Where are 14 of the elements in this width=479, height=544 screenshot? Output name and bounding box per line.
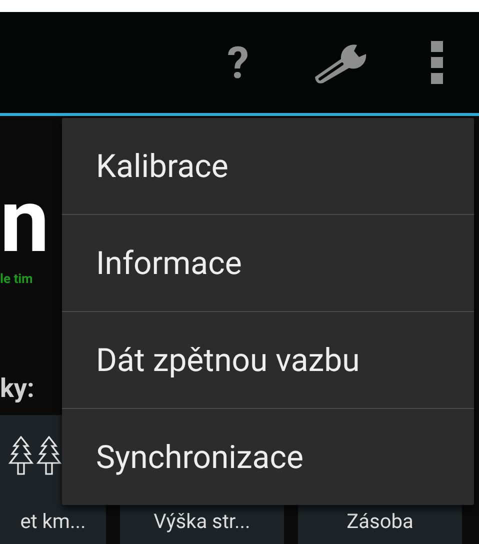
tile-label: Zásoba: [346, 508, 414, 535]
tagline: le tim: [0, 271, 34, 289]
help-button[interactable]: ?: [227, 40, 249, 84]
tile-label: et km...: [20, 508, 86, 535]
tile-label: Výška str...: [154, 508, 250, 535]
menu-item[interactable]: Synchronizace: [62, 409, 474, 505]
more-icon[interactable]: [431, 40, 443, 84]
section-label: ky:: [0, 372, 36, 406]
menu-item[interactable]: Dát zpětnou vazbu: [62, 312, 474, 408]
tree-icon: [36, 436, 62, 476]
menu-item[interactable]: Kalibrace: [62, 118, 474, 214]
logo-text: n: [0, 182, 50, 262]
menu-item[interactable]: Informace: [62, 215, 474, 311]
tree-icon: [8, 436, 34, 476]
